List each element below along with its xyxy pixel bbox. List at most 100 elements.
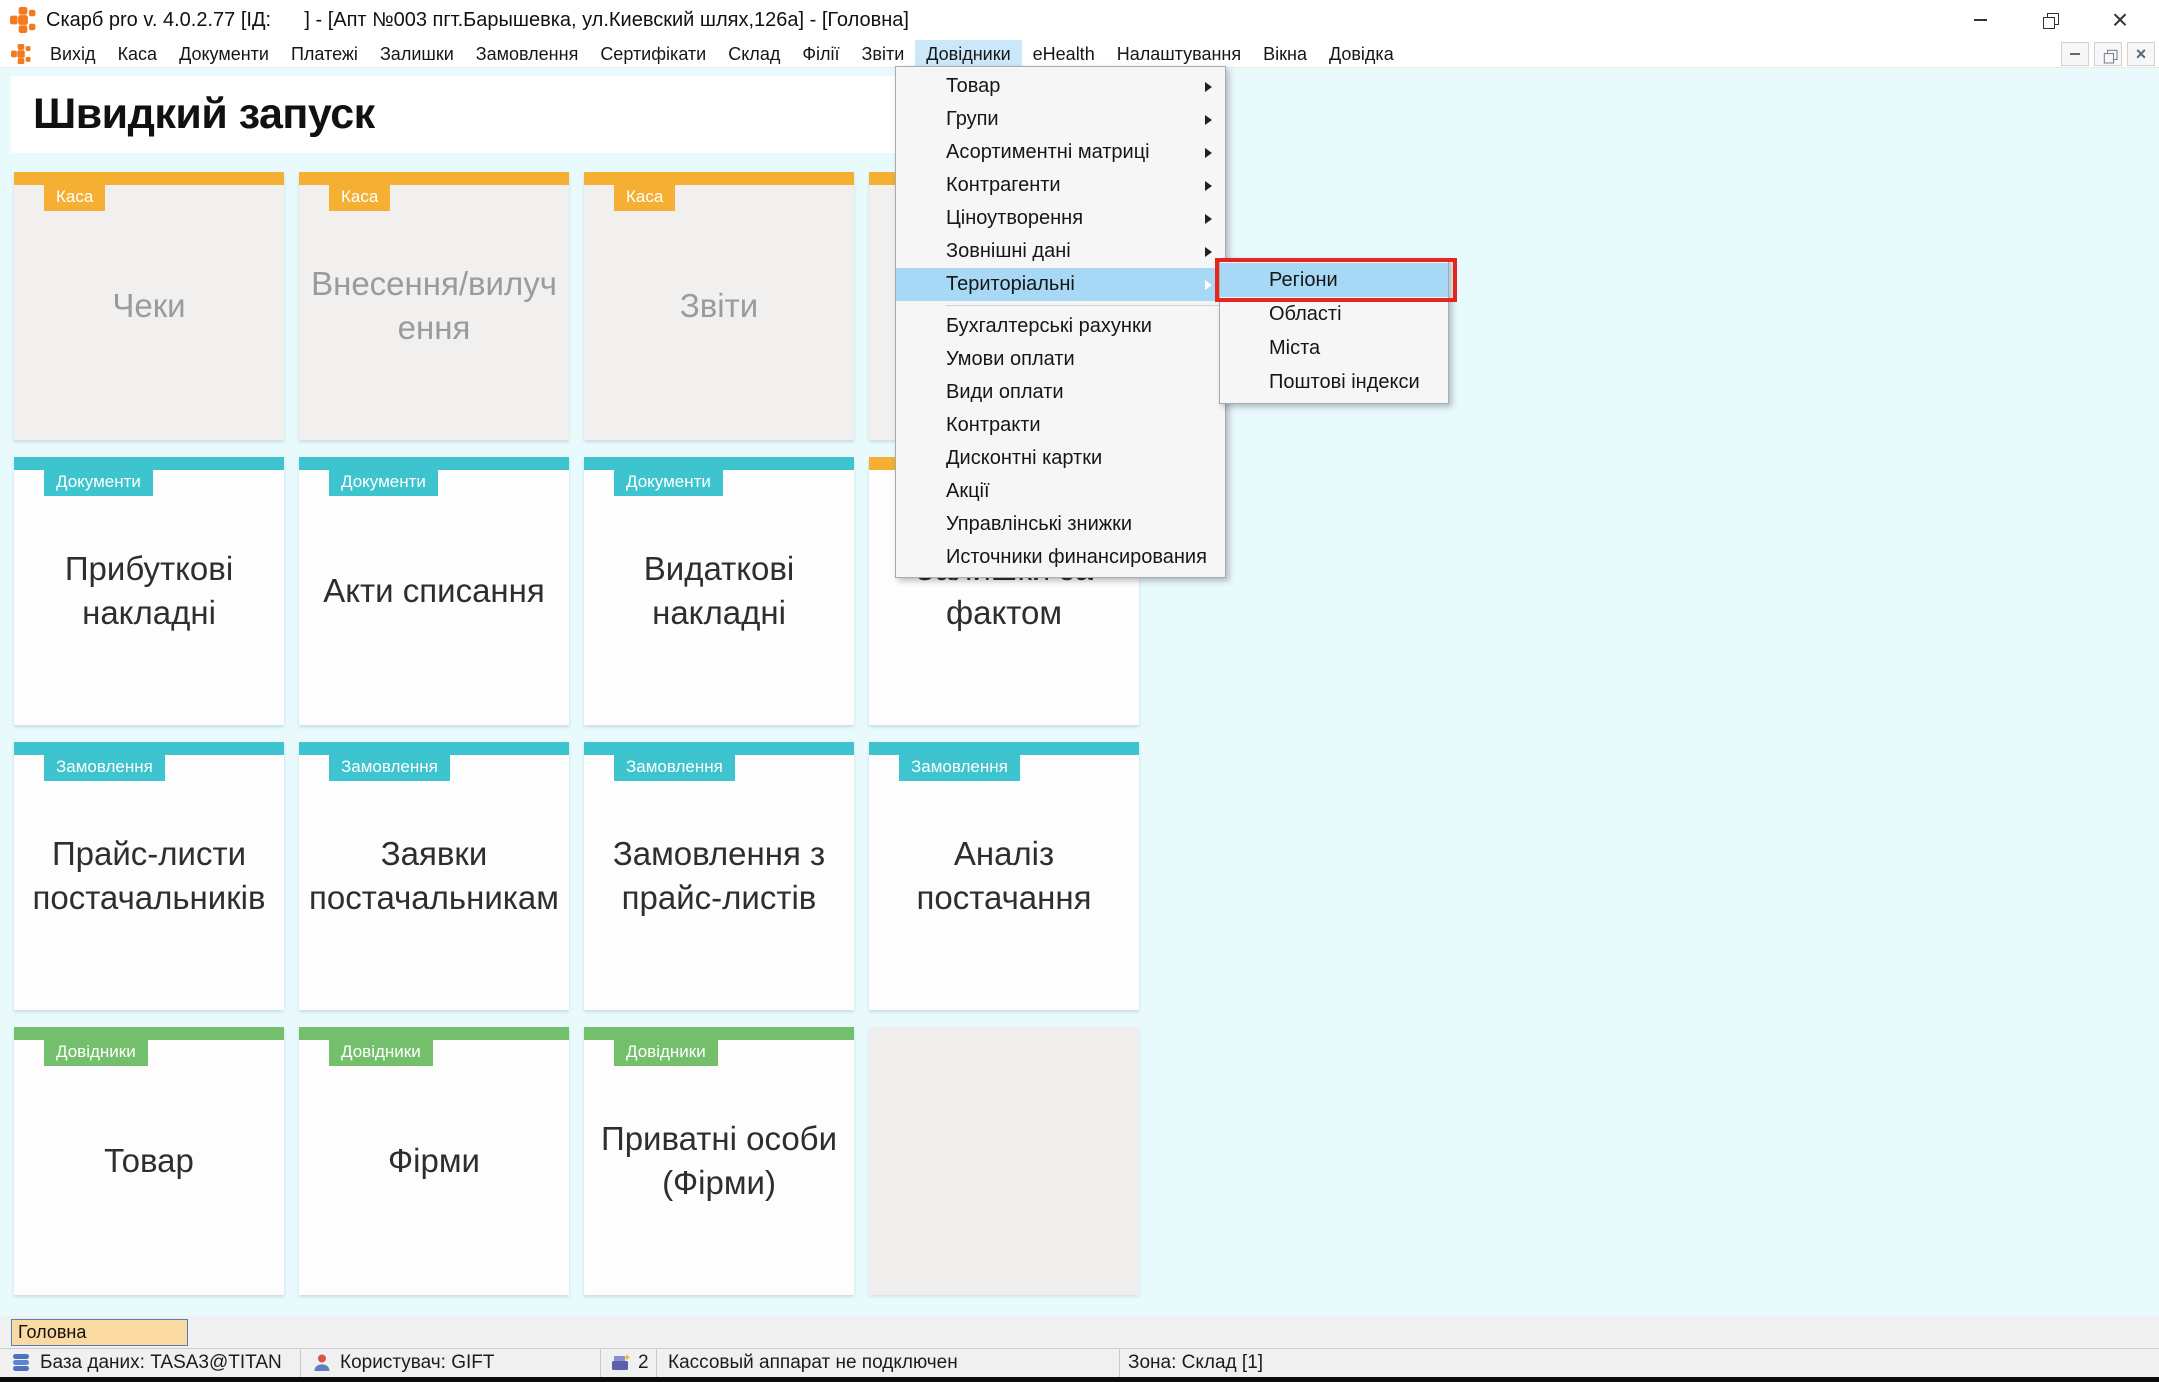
- tile-label: Фірми: [299, 1027, 569, 1295]
- dropdown-item-assortment-matrices[interactable]: Асортиментні матриці: [896, 136, 1225, 169]
- directories-dropdown-menu: Товар Групи Асортиментні матриці Контраг…: [895, 66, 1226, 578]
- tile-checks[interactable]: Каса Чеки: [14, 172, 284, 440]
- dropdown-item-groups[interactable]: Групи: [896, 103, 1225, 136]
- dropdown-item-pricing[interactable]: Ціноутворення: [896, 202, 1225, 235]
- tile-firms[interactable]: Довідники Фірми: [299, 1027, 569, 1295]
- dropdown-item-label: Управлінські знижки: [946, 513, 1132, 535]
- tile-label: Звіти: [584, 172, 854, 440]
- menubar-item-exit[interactable]: Вихід: [39, 40, 107, 68]
- dropdown-item-label: Контрагенти: [946, 174, 1061, 196]
- dropdown-item-discount-cards[interactable]: Дисконтні картки: [896, 442, 1225, 475]
- menu-bar: Вихід Каса Документи Платежі Залишки Зам…: [0, 40, 2159, 68]
- dropdown-item-payment-types[interactable]: Види оплати: [896, 376, 1225, 409]
- dropdown-item-label: Територіальні: [946, 273, 1075, 295]
- restore-icon: [2043, 13, 2057, 27]
- submenu-item-regions[interactable]: Регіони: [1220, 263, 1448, 297]
- window-minimize-button[interactable]: [1958, 0, 2002, 40]
- statusbar-zone: Зона: Склад [1]: [1128, 1349, 1263, 1377]
- tile-orders-from-pricelists[interactable]: Замовлення Замовлення з прайс-листів: [584, 742, 854, 1010]
- menu-separator: [946, 305, 1222, 306]
- tile-private-persons[interactable]: Довідники Приватні особи (Фірми): [584, 1027, 854, 1295]
- territorial-submenu: Регіони Області Міста Поштові індекси: [1219, 258, 1449, 404]
- cash-device-icon: [610, 1353, 632, 1373]
- database-icon: [12, 1353, 32, 1373]
- dropdown-item-contracts[interactable]: Контракти: [896, 409, 1225, 442]
- dropdown-item-label: Контракти: [946, 414, 1041, 436]
- tile-label: Акти списання: [299, 457, 569, 725]
- dropdown-item-label: Дисконтні картки: [946, 447, 1102, 469]
- tile-supplier-requests[interactable]: Замовлення Заявки постачальникам: [299, 742, 569, 1010]
- menubar-item-orders[interactable]: Замовлення: [465, 40, 590, 68]
- submenu-arrow-icon: [1205, 247, 1212, 257]
- dropdown-item-label: Товар: [946, 75, 1000, 97]
- window-close-button[interactable]: ×: [2098, 0, 2142, 40]
- dropdown-item-external-data[interactable]: Зовнішні дані: [896, 235, 1225, 268]
- menubar-item-reports[interactable]: Звіти: [851, 40, 916, 68]
- menubar-item-kasa[interactable]: Каса: [107, 40, 169, 68]
- tile-supply-analysis[interactable]: Замовлення Аналіз постачання: [869, 742, 1139, 1010]
- tile-empty: [869, 1027, 1139, 1295]
- app-logo-icon-small: [11, 44, 31, 64]
- menubar-item-stocks[interactable]: Залишки: [369, 40, 465, 68]
- page-title: Швидкий запуск: [11, 76, 905, 153]
- submenu-arrow-icon: [1205, 115, 1212, 125]
- tile-deposit-withdrawal[interactable]: Каса Внесення/вилучення: [299, 172, 569, 440]
- tile-label: Замовлення з прайс-листів: [584, 742, 854, 1010]
- submenu-arrow-icon: [1205, 181, 1212, 191]
- menubar-item-help[interactable]: Довідка: [1318, 40, 1405, 68]
- dropdown-item-payment-terms[interactable]: Умови оплати: [896, 343, 1225, 376]
- mdi-close-button[interactable]: ×: [2127, 42, 2155, 66]
- restore-icon: [2103, 49, 2112, 58]
- dropdown-item-accounting-accounts[interactable]: Бухгалтерські рахунки: [896, 310, 1225, 343]
- menubar-item-certificates[interactable]: Сертифікати: [589, 40, 717, 68]
- tile-label: Товар: [14, 1027, 284, 1295]
- tab-home[interactable]: Головна: [11, 1319, 188, 1346]
- tile-supplier-pricelists[interactable]: Замовлення Прайс-листи постачальників: [14, 742, 284, 1010]
- dropdown-item-label: Умови оплати: [946, 348, 1075, 370]
- user-icon: [312, 1353, 332, 1373]
- dropdown-item-label: Зовнішні дані: [946, 240, 1071, 262]
- application-window: Скарб pro v. 4.0.2.77 [ІД: ] - [Апт №003…: [0, 0, 2159, 1382]
- statusbar-separator: [600, 1349, 601, 1377]
- menubar-item-warehouse[interactable]: Склад: [717, 40, 791, 68]
- submenu-item-cities[interactable]: Міста: [1220, 331, 1448, 365]
- mdi-restore-button[interactable]: [2094, 42, 2122, 66]
- menubar-item-documents[interactable]: Документи: [168, 40, 280, 68]
- menubar-item-payments[interactable]: Платежі: [280, 40, 369, 68]
- dropdown-item-counterparties[interactable]: Контрагенти: [896, 169, 1225, 202]
- window-title: Скарб pro v. 4.0.2.77 [ІД: ] - [Апт №003…: [46, 0, 909, 40]
- menubar-item-directories[interactable]: Довідники: [915, 40, 1021, 68]
- menubar-item-branches[interactable]: Філії: [791, 40, 850, 68]
- dropdown-item-managerial-discounts[interactable]: Управлінські знижки: [896, 508, 1225, 541]
- app-logo-icon: [10, 7, 36, 33]
- dropdown-item-promotions[interactable]: Акції: [896, 475, 1225, 508]
- dropdown-item-product[interactable]: Товар: [896, 70, 1225, 103]
- menubar-item-settings[interactable]: Налаштування: [1106, 40, 1252, 68]
- statusbar-separator: [1119, 1349, 1120, 1377]
- menubar-item-ehealth[interactable]: eHealth: [1022, 40, 1106, 68]
- minimize-icon: [2070, 53, 2080, 55]
- submenu-arrow-icon: [1205, 82, 1212, 92]
- dropdown-item-label: Бухгалтерські рахунки: [946, 315, 1152, 337]
- statusbar-cash-register: Кассовый аппарат не подключен: [668, 1349, 958, 1377]
- tile-goods[interactable]: Довідники Товар: [14, 1027, 284, 1295]
- tile-writeoff-acts[interactable]: Документи Акти списання: [299, 457, 569, 725]
- statusbar-database: База даних: TASA3@TITAN: [40, 1349, 282, 1377]
- tile-label: Заявки постачальникам: [299, 742, 569, 1010]
- submenu-item-postal-codes[interactable]: Поштові індекси: [1220, 365, 1448, 399]
- dropdown-item-financing-sources[interactable]: Источники финансирования: [896, 541, 1225, 574]
- menubar-item-windows[interactable]: Вікна: [1252, 40, 1318, 68]
- mdi-minimize-button[interactable]: [2061, 42, 2089, 66]
- submenu-item-oblasts[interactable]: Області: [1220, 297, 1448, 331]
- dropdown-item-territorial[interactable]: Територіальні: [896, 268, 1225, 301]
- close-icon: ×: [2112, 0, 2128, 40]
- window-restore-button[interactable]: [2028, 0, 2072, 40]
- tile-label: Аналіз постачання: [869, 742, 1139, 1010]
- statusbar-separator: [656, 1349, 657, 1377]
- tile-income-invoices[interactable]: Документи Прибуткові накладні: [14, 457, 284, 725]
- dropdown-item-label: Источники финансирования: [946, 546, 1207, 568]
- statusbar-user: Користувач: GIFT: [340, 1349, 495, 1377]
- tile-expense-invoices[interactable]: Документи Видаткові накладні: [584, 457, 854, 725]
- tile-reports[interactable]: Каса Звіти: [584, 172, 854, 440]
- submenu-arrow-icon: [1205, 280, 1212, 290]
